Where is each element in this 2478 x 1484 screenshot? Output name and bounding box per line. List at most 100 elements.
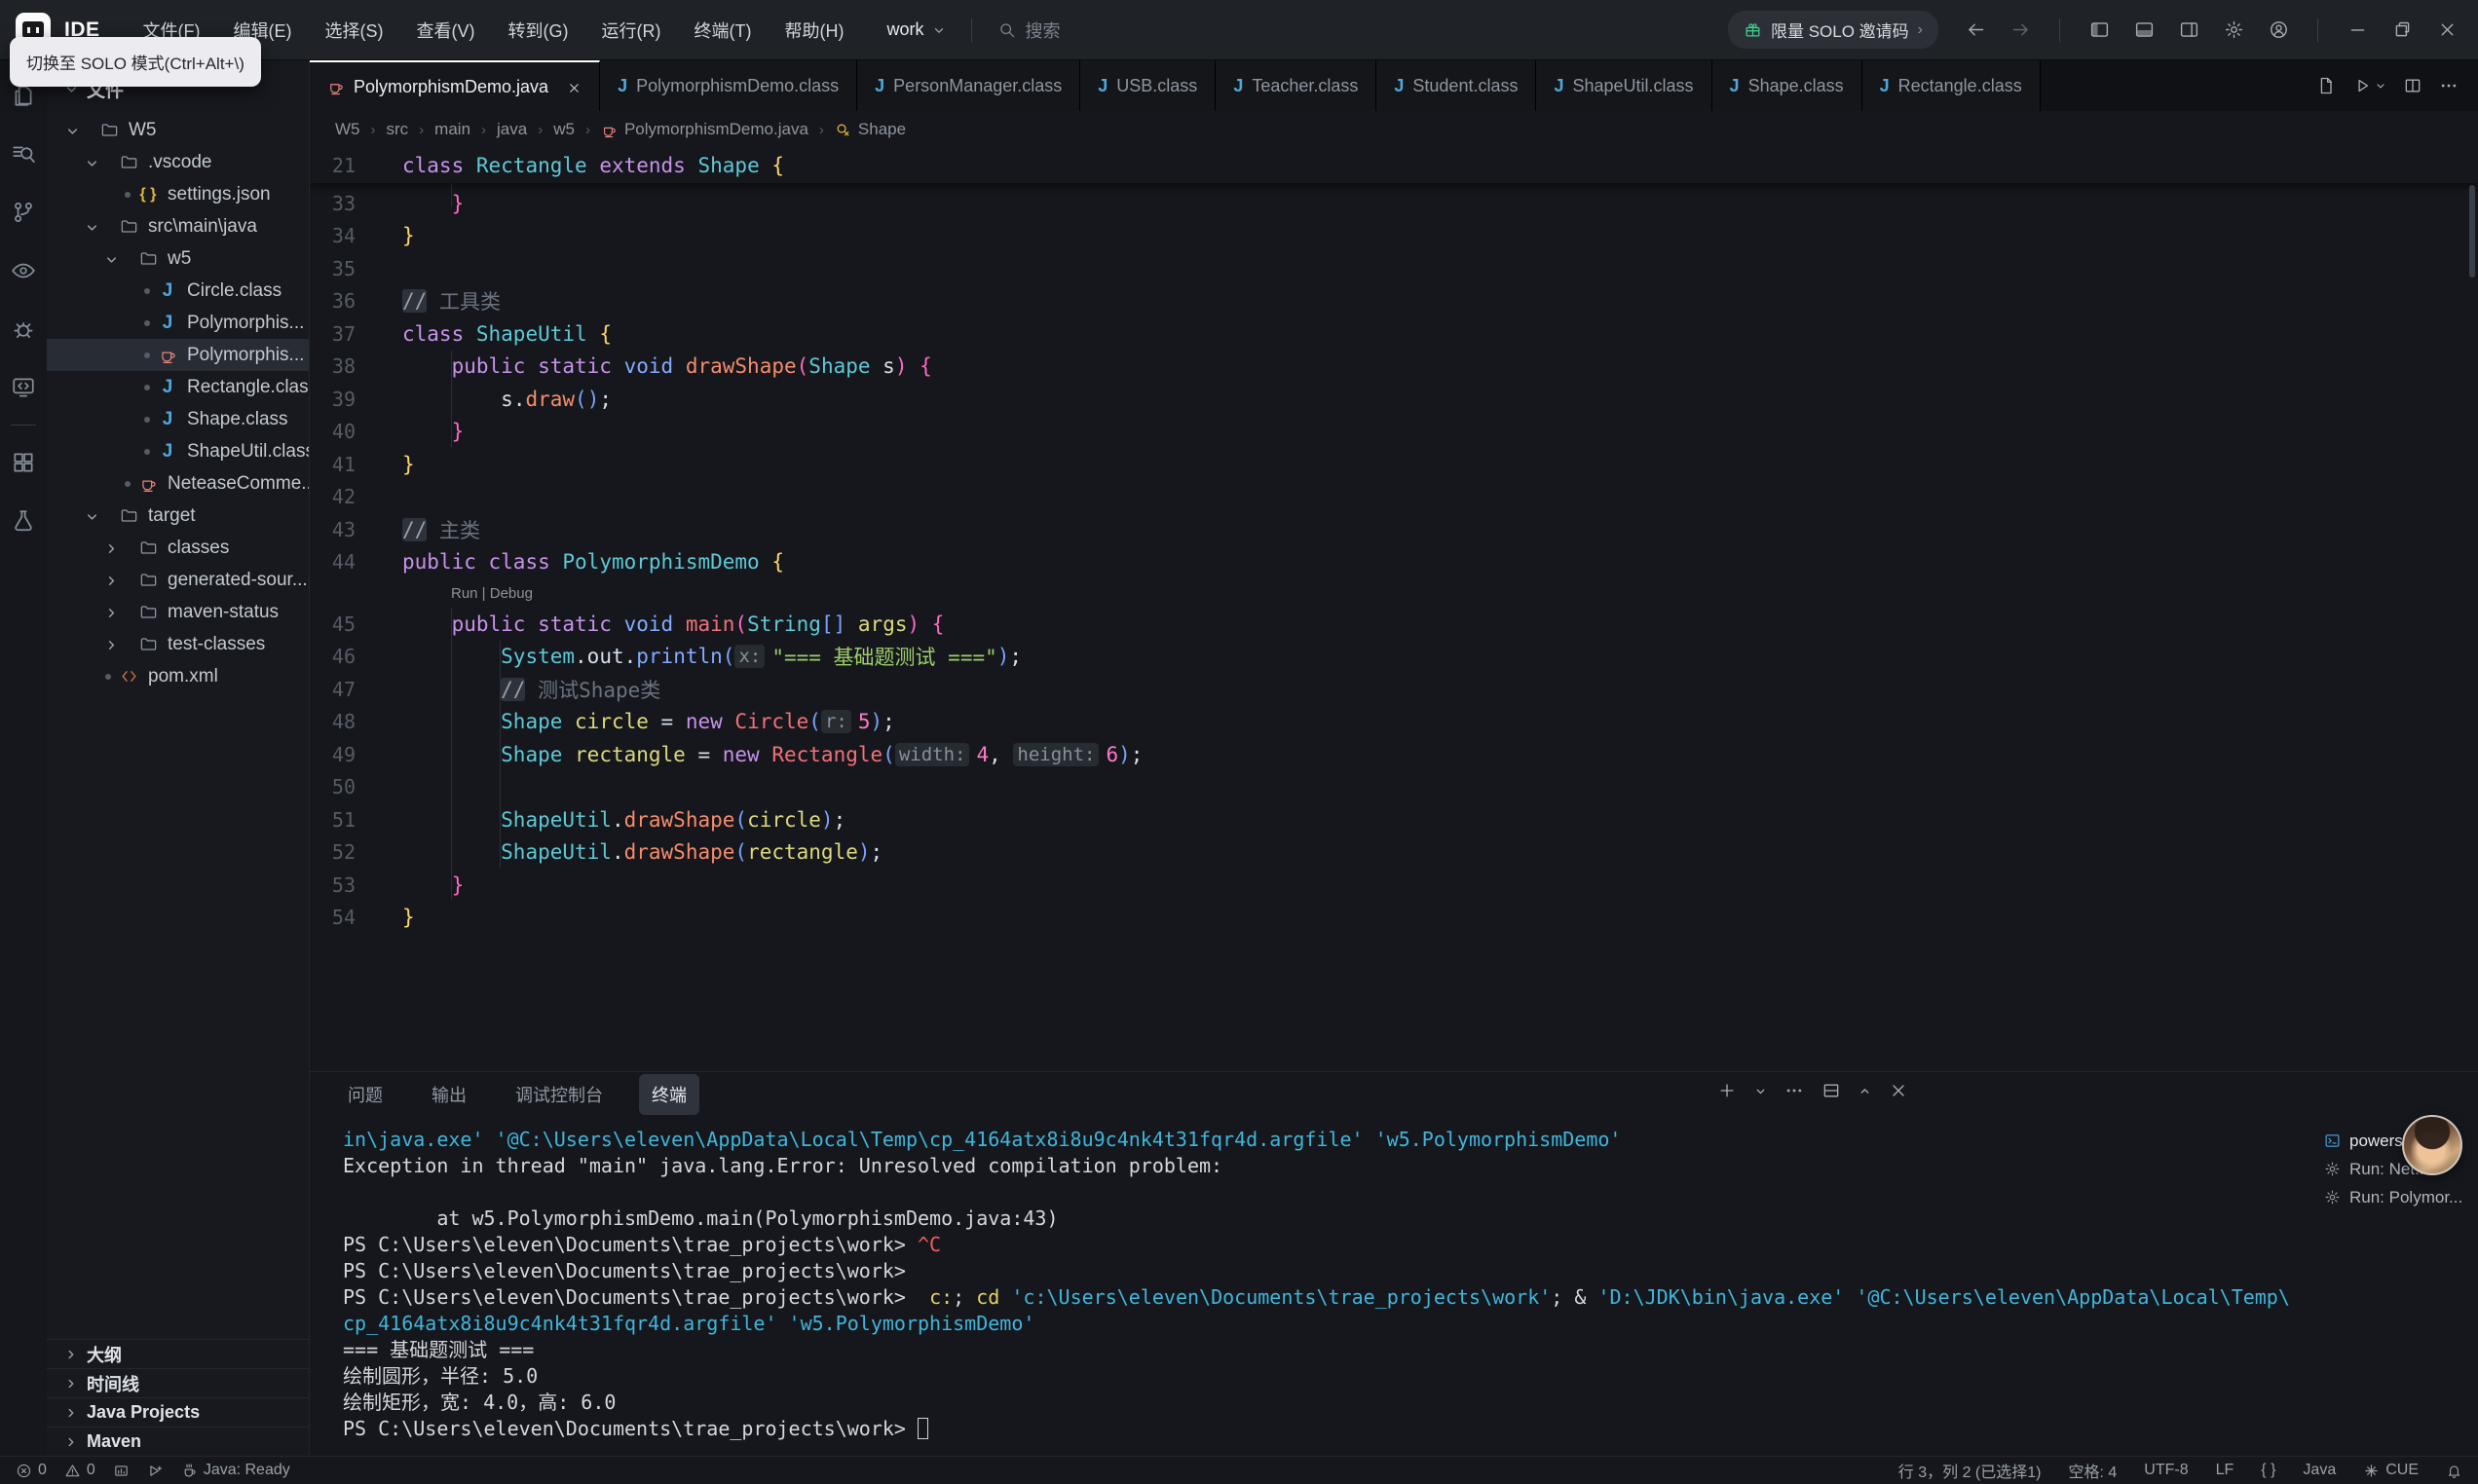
- global-search[interactable]: 搜索: [997, 18, 1061, 43]
- terminal-output[interactable]: in\java.exe' '@C:\Users\eleven\AppData\L…: [343, 1127, 2308, 1452]
- tree-item-generated-sour-[interactable]: generated-sour...: [47, 564, 309, 596]
- line-number: 37: [310, 322, 356, 346]
- menu-item[interactable]: 查看(V): [403, 11, 489, 50]
- statusbar-item-right-0[interactable]: 行 3，列 2 (已选择1): [1898, 1459, 2042, 1482]
- breadcrumb-item-src[interactable]: src: [387, 120, 409, 139]
- breadcrumb-item-java[interactable]: java: [497, 120, 527, 139]
- panel-tab-终端[interactable]: 终端: [639, 1074, 699, 1115]
- maximize-panel-button[interactable]: [1858, 1085, 1871, 1097]
- toggle-panel-button[interactable]: [2126, 14, 2161, 47]
- sidebar-section-maven[interactable]: Maven: [47, 1427, 309, 1456]
- statusbar-item-right-2[interactable]: UTF-8: [2144, 1462, 2188, 1479]
- statusbar-item-left-0[interactable]: 0: [16, 1462, 47, 1479]
- terminal-session-run-polymor-[interactable]: Run: Polymor...: [2314, 1183, 2478, 1211]
- editor-tab-student-class[interactable]: JStudent.class: [1376, 60, 1536, 111]
- new-terminal-button[interactable]: [1717, 1081, 1737, 1100]
- editor-tab-shapeutil-class[interactable]: JShapeUtil.class: [1536, 60, 1711, 111]
- tree-item-neteasecomme-[interactable]: NeteaseComme...: [47, 467, 309, 500]
- statusbar-item-left-2[interactable]: [113, 1463, 130, 1479]
- tree-item-maven-status[interactable]: maven-status: [47, 596, 309, 628]
- close-panel-button[interactable]: [1889, 1081, 1908, 1100]
- statusbar-item-left-3[interactable]: [147, 1463, 164, 1479]
- tree-item-polymorphis-[interactable]: JPolymorphis...: [47, 307, 309, 339]
- activitybar-beaker[interactable]: [0, 492, 47, 550]
- breadcrumb-item-main[interactable]: main: [434, 120, 470, 139]
- tree-item--vscode[interactable]: .vscode: [47, 146, 309, 178]
- editor-tab-polymorphismdemo-class[interactable]: JPolymorphismDemo.class: [600, 60, 857, 111]
- line-number: 45: [310, 612, 356, 636]
- sidebar-section-时间线[interactable]: 时间线: [47, 1368, 309, 1397]
- editor-tab-personmanager-class[interactable]: JPersonManager.class: [857, 60, 1080, 111]
- tree-item-polymorphis-[interactable]: Polymorphis...: [47, 339, 309, 371]
- activitybar-git-branch[interactable]: [0, 183, 47, 241]
- project-switcher[interactable]: work: [886, 19, 945, 40]
- tree-item-w5[interactable]: W5: [47, 114, 309, 146]
- tree-item-target[interactable]: target: [47, 500, 309, 532]
- activitybar-search-list[interactable]: [0, 125, 47, 183]
- breadcrumb-item-w5[interactable]: w5: [553, 120, 575, 139]
- activitybar-extensions[interactable]: [0, 433, 47, 492]
- statusbar-item-left-1[interactable]: 0: [64, 1462, 95, 1479]
- tree-item-classes[interactable]: classes: [47, 532, 309, 564]
- tree-item-shape-class[interactable]: JShape.class: [47, 403, 309, 435]
- user-avatar[interactable]: [2402, 1115, 2462, 1175]
- window-minimize-button[interactable]: [2340, 14, 2375, 47]
- split-terminal-button[interactable]: [1821, 1081, 1841, 1100]
- statusbar-item-left-4[interactable]: Java: Ready: [181, 1462, 290, 1479]
- menu-item[interactable]: 帮助(H): [770, 11, 857, 50]
- tree-item-w5[interactable]: w5: [47, 242, 309, 275]
- activitybar-bug[interactable]: [0, 300, 47, 358]
- terminal-profile-button[interactable]: [1754, 1085, 1767, 1097]
- breadcrumb-item-polymorphismdemo-java[interactable]: PolymorphismDemo.java: [601, 120, 808, 139]
- tree-item-settings-json[interactable]: { }settings.json: [47, 178, 309, 210]
- menu-item[interactable]: 运行(R): [588, 11, 675, 50]
- tree-item-pom-xml[interactable]: pom.xml: [47, 660, 309, 692]
- code-token: [723, 710, 735, 733]
- nav-forward-button[interactable]: [2003, 14, 2038, 47]
- toggle-secondary-sidebar-button[interactable]: [2171, 14, 2206, 47]
- nav-back-button[interactable]: [1958, 14, 1993, 47]
- tree-item-src-main-java[interactable]: src\main\java: [47, 210, 309, 242]
- editor-tab-polymorphismdemo-java[interactable]: PolymorphismDemo.java: [310, 60, 600, 111]
- activitybar-eye[interactable]: [0, 241, 47, 300]
- statusbar-item-right-3[interactable]: LF: [2216, 1462, 2234, 1479]
- statusbar-item-right-7[interactable]: [2446, 1463, 2462, 1479]
- account-button[interactable]: [2261, 14, 2296, 47]
- code-editor[interactable]: 33 }34}3536// 工具类37class ShapeUtil {38 p…: [310, 148, 2478, 1071]
- toggle-sidebar-button[interactable]: [2082, 14, 2117, 47]
- breadcrumb-item-shape[interactable]: Shape: [835, 120, 906, 139]
- editor-tab-usb-class[interactable]: JUSB.class: [1080, 60, 1216, 111]
- menu-item[interactable]: 选择(S): [312, 11, 397, 50]
- statusbar-item-right-1[interactable]: 空格: 4: [2068, 1459, 2117, 1482]
- tree-item-rectangle-class[interactable]: JRectangle.class: [47, 371, 309, 403]
- close-icon[interactable]: [567, 80, 582, 94]
- window-restore-button[interactable]: [2384, 14, 2420, 47]
- menu-item[interactable]: 终端(T): [681, 11, 766, 50]
- sidebar-section-java-projects[interactable]: Java Projects: [47, 1397, 309, 1427]
- panel-tab-调试控制台[interactable]: 调试控制台: [503, 1074, 616, 1115]
- breadcrumb-item-w5[interactable]: W5: [335, 120, 360, 139]
- editor-tab-teacher-class[interactable]: JTeacher.class: [1216, 60, 1376, 111]
- sticky-scroll-line[interactable]: 21class Rectangle extends Shape {: [310, 148, 2478, 183]
- line-content: Shape circle = new Circle(r:5);: [356, 710, 895, 733]
- statusbar-item-right-6[interactable]: CUE: [2363, 1462, 2419, 1479]
- statusbar-item-right-4[interactable]: { }: [2261, 1462, 2275, 1479]
- activitybar-code-chat[interactable]: [0, 358, 47, 417]
- settings-button[interactable]: [2216, 14, 2251, 47]
- codelens[interactable]: Run | Debug: [310, 578, 2478, 608]
- editor-scrollbar[interactable]: [2469, 185, 2475, 278]
- statusbar-item-right-5[interactable]: Java: [2303, 1462, 2336, 1479]
- tree-item-test-classes[interactable]: test-classes: [47, 628, 309, 660]
- run-button[interactable]: [2352, 76, 2386, 95]
- menu-item[interactable]: 转到(G): [495, 11, 582, 50]
- editor-tab-rectangle-class[interactable]: JRectangle.class: [1862, 60, 2041, 111]
- tree-item-shapeutil-class[interactable]: JShapeUtil.class: [47, 435, 309, 467]
- panel-tab-问题[interactable]: 问题: [335, 1074, 395, 1115]
- tree-item-circle-class[interactable]: JCircle.class: [47, 275, 309, 307]
- editor-tab-shape-class[interactable]: JShape.class: [1712, 60, 1862, 111]
- window-close-button[interactable]: [2429, 14, 2464, 47]
- panel-tab-输出[interactable]: 输出: [419, 1074, 479, 1115]
- panel-more-button[interactable]: [1784, 1081, 1804, 1100]
- sidebar-section-大纲[interactable]: 大纲: [47, 1339, 309, 1368]
- solo-invite-badge[interactable]: 限量 SOLO 邀请码›: [1728, 11, 1938, 49]
